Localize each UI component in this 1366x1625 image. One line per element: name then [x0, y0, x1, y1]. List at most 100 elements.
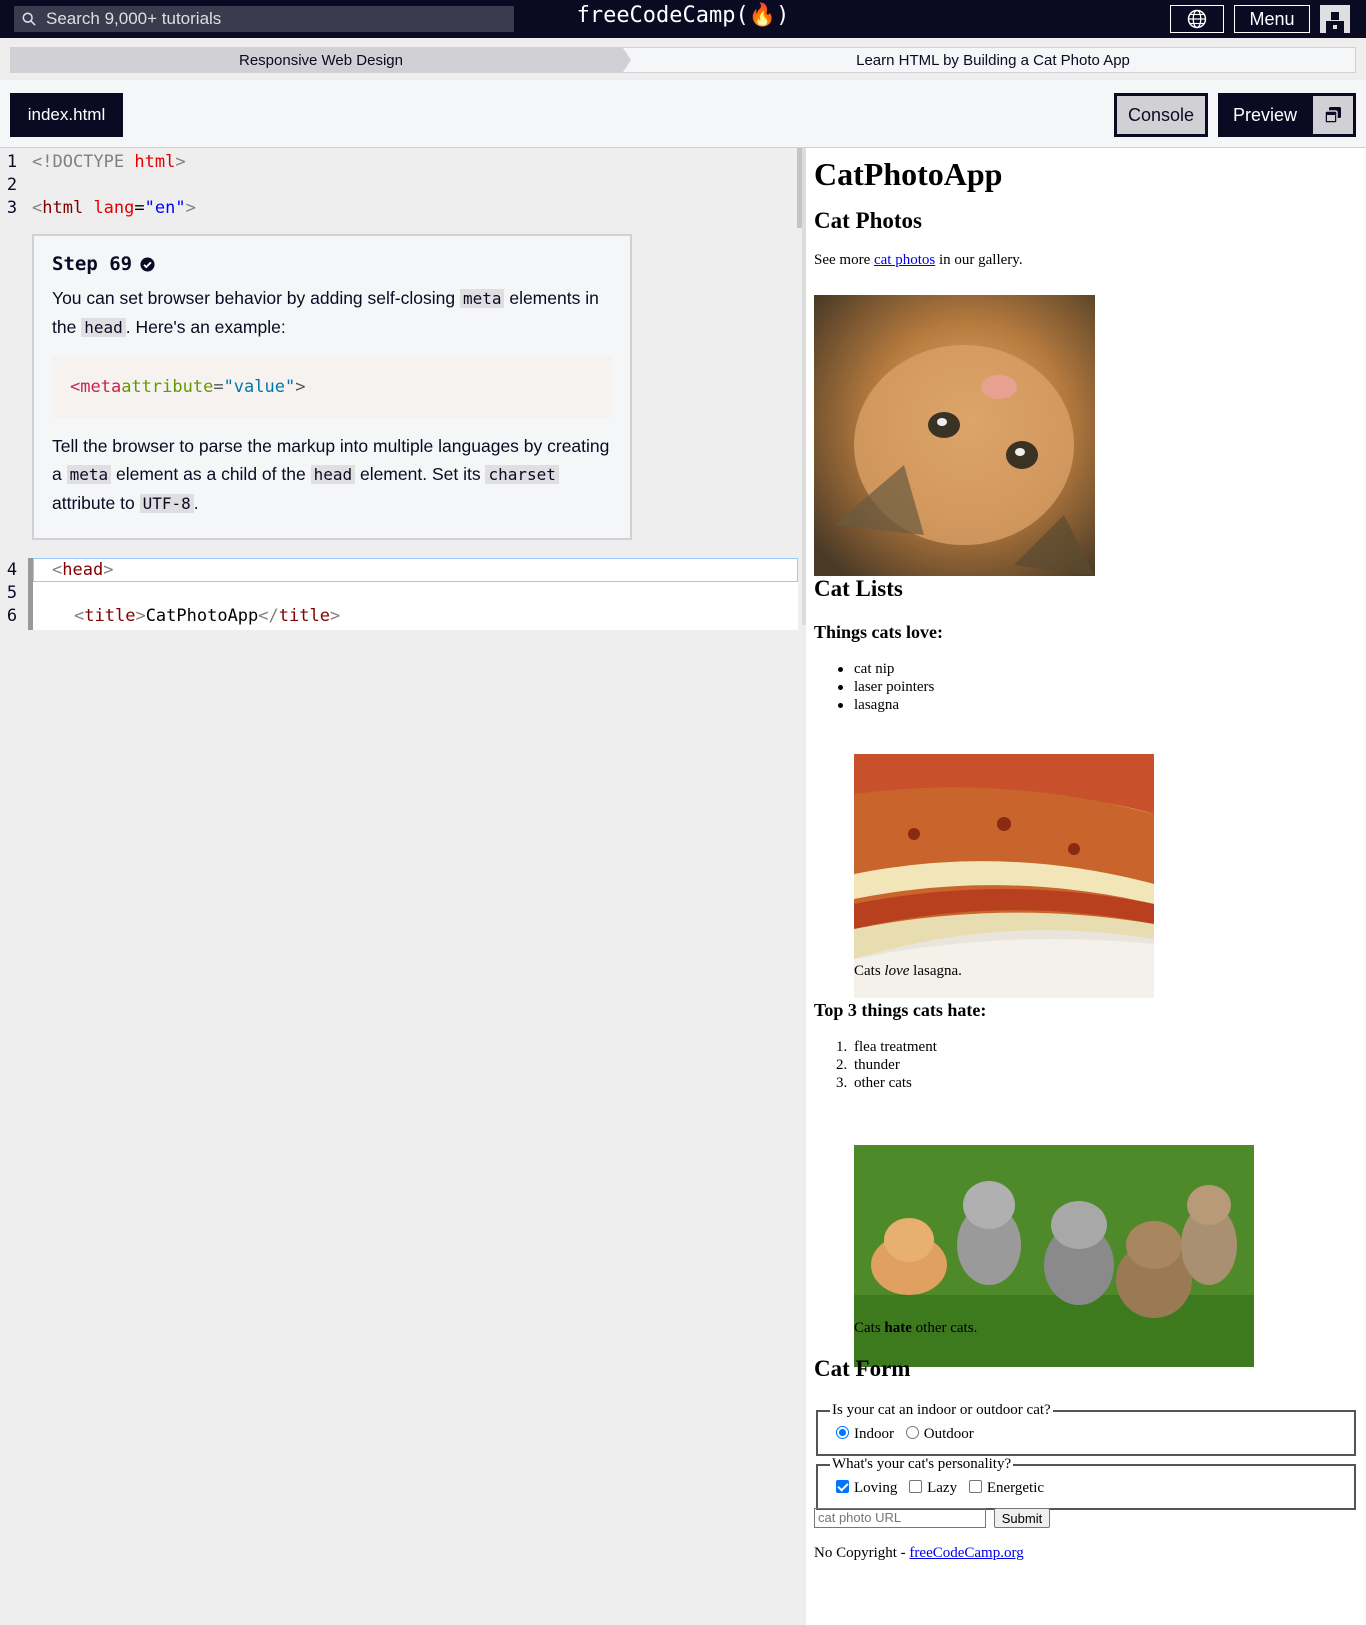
code-token: =	[213, 377, 224, 397]
popout-icon	[1324, 107, 1341, 124]
cat-photos-link[interactable]: cat photos	[874, 252, 935, 268]
indoor-radio[interactable]	[836, 1426, 849, 1439]
text: other cats.	[911, 1320, 978, 1336]
code-token: <meta	[70, 377, 122, 397]
editor-toolbar: index.html Console Preview	[0, 80, 1366, 148]
lazy-checkbox[interactable]	[909, 1480, 923, 1493]
line-number: 3	[6, 198, 18, 218]
list-item-text: lasagna	[854, 697, 899, 713]
breadcrumb-superblock[interactable]: Responsive Web Design	[11, 48, 631, 72]
text: lasagna.	[909, 963, 962, 979]
preview-see-more: See more cat photos in our gallery.	[814, 252, 1023, 269]
preview-pane: CatPhotoApp Cat Photos See more cat phot…	[806, 148, 1366, 1625]
instr-text: .	[193, 493, 199, 513]
radio-label[interactable]: Indoor	[854, 1426, 894, 1442]
search-icon	[22, 12, 36, 26]
check-circle-icon	[140, 256, 155, 272]
code-line-1[interactable]: <!DOCTYPE html>	[32, 152, 186, 172]
active-line-highlight	[33, 558, 798, 582]
instr-text: . Here's an example:	[125, 317, 286, 337]
code-token: title	[278, 606, 330, 626]
fieldset-legend: What's your cat's personality?	[830, 1456, 1014, 1473]
list-item: laser pointers	[838, 678, 934, 696]
console-button[interactable]: Console	[1114, 93, 1208, 137]
lasagna-image[interactable]	[854, 754, 1154, 998]
code-line-3[interactable]: <html lang="en">	[32, 198, 196, 218]
kittens-caption: Cats hate other cats.	[854, 1320, 977, 1337]
preview-label: Preview	[1232, 104, 1298, 125]
list-number: 1.	[836, 1039, 848, 1055]
preview-h3-hate: Top 3 things cats hate:	[814, 1000, 987, 1020]
list-item: 1. flea treatment	[836, 1038, 937, 1056]
list-item: lasagna	[838, 696, 934, 714]
preview-h2-form: Cat Form	[814, 1356, 911, 1381]
code-token: >	[329, 606, 341, 626]
loving-checkbox[interactable]	[836, 1480, 849, 1493]
checkbox-row: Loving Lazy Energetic	[836, 1480, 1044, 1497]
preview-h1: CatPhotoApp	[814, 156, 1003, 192]
text: Cats	[854, 963, 885, 979]
code-editor[interactable]: 1 <!DOCTYPE html> 2 3 <html lang="en"> S…	[0, 148, 805, 630]
instr-text: element as a child of the	[111, 464, 311, 484]
popout-preview-button[interactable]	[1313, 96, 1353, 134]
code-token: <!DOCTYPE	[32, 152, 135, 172]
radio-row: Indoor Outdoor	[836, 1426, 974, 1443]
cat-photo-image[interactable]	[814, 295, 1095, 576]
list-item: 2. thunder	[836, 1056, 937, 1074]
code-line-6[interactable]: <title>CatPhotoApp</title>	[74, 606, 340, 626]
bullet	[838, 685, 843, 690]
list-item-text: thunder	[854, 1057, 900, 1073]
lasagna-caption: Cats love lasagna.	[854, 963, 962, 980]
submit-button[interactable]: Submit	[994, 1508, 1050, 1528]
code-line-4[interactable]: <head>	[52, 560, 113, 580]
preview-button[interactable]: Preview	[1218, 93, 1356, 137]
list-item-text: other cats	[854, 1075, 912, 1091]
instructions-paragraph-2: Tell the browser to parse the markup int…	[52, 432, 612, 518]
language-button[interactable]	[1170, 5, 1224, 33]
code-token: >	[175, 152, 186, 172]
globe-icon	[1187, 9, 1207, 29]
indoor-outdoor-fieldset: Is your cat an indoor or outdoor cat? In…	[816, 1402, 1356, 1456]
instructions-paragraph-1: You can set browser behavior by adding s…	[52, 284, 612, 342]
checkbox-label[interactable]: Loving	[854, 1480, 897, 1496]
file-tab-index-html[interactable]: index.html	[10, 93, 123, 137]
code-token: >	[103, 560, 114, 580]
search-input[interactable]: Search 9,000+ tutorials	[14, 6, 514, 32]
instructions-panel: Step 69 You can set browser behavior by …	[32, 234, 632, 540]
example-code-block: <meta attribute = "value" >	[52, 356, 612, 418]
bullet	[838, 703, 843, 708]
instr-text: element. Set its	[355, 464, 486, 484]
line-number: 5	[6, 583, 18, 603]
preview-h2-lists: Cat Lists	[814, 576, 903, 601]
cat-photo-url-input[interactable]: cat photo URL	[814, 1508, 986, 1528]
user-avatar[interactable]	[1320, 5, 1350, 33]
text: No Copyright -	[814, 1545, 910, 1561]
code-token: html	[134, 152, 176, 172]
code-token: <	[32, 198, 43, 218]
avatar-icon	[1326, 12, 1344, 33]
code-token: html	[42, 198, 84, 218]
checkbox-label[interactable]: Energetic	[987, 1480, 1044, 1496]
top-navbar: Search 9,000+ tutorials freeCodeCamp(🔥) …	[0, 0, 1366, 38]
text: in our gallery.	[935, 252, 1023, 268]
radio-label[interactable]: Outdoor	[924, 1426, 974, 1442]
list-item: cat nip	[838, 660, 934, 678]
inline-code: head	[310, 465, 356, 484]
menu-button[interactable]: Menu	[1234, 5, 1310, 33]
code-token: "value"	[223, 377, 296, 397]
instr-text: attribute to	[52, 493, 140, 513]
code-token: CatPhotoApp	[145, 606, 259, 626]
checkbox-label[interactable]: Lazy	[927, 1480, 957, 1496]
breadcrumb: Responsive Web Design Learn HTML by Buil…	[10, 47, 1356, 73]
freecodecamp-link[interactable]: freeCodeCamp.org	[909, 1545, 1023, 1561]
code-token: attribute	[121, 377, 214, 397]
code-token: <	[52, 560, 63, 580]
code-token: "en"	[144, 198, 186, 218]
breadcrumb-block[interactable]: Learn HTML by Building a Cat Photo App	[631, 48, 1355, 72]
outdoor-radio[interactable]	[905, 1426, 919, 1439]
energetic-checkbox[interactable]	[968, 1480, 982, 1493]
code-token: head	[62, 560, 104, 580]
text: Cats	[854, 1320, 885, 1336]
line-number: 1	[6, 152, 18, 172]
preview-h2-photos: Cat Photos	[814, 208, 922, 233]
